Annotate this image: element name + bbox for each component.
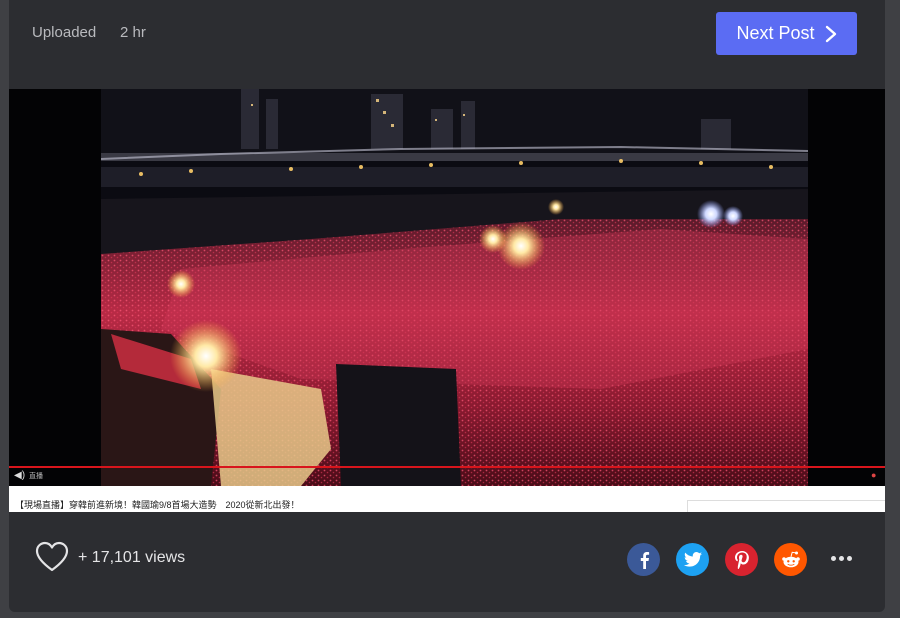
twitter-share-button[interactable] bbox=[676, 543, 709, 576]
facebook-icon bbox=[640, 551, 649, 569]
video-progress-bar[interactable] bbox=[9, 466, 885, 468]
facebook-share-button[interactable] bbox=[627, 543, 660, 576]
video-player[interactable]: ◀) 直播 ● bbox=[9, 89, 885, 486]
reddit-icon bbox=[781, 551, 800, 567]
video-frame bbox=[101, 89, 808, 486]
post-card: Uploaded 2 hr Next Post ◀) 直播 ● 【現場直播】穿韓… bbox=[9, 0, 885, 612]
upload-time: 2 hr bbox=[120, 24, 146, 41]
heart-icon[interactable] bbox=[35, 541, 69, 573]
more-dot-icon bbox=[839, 556, 844, 561]
chevron-right-icon bbox=[825, 25, 836, 42]
likes-views-count: + 17,101 views bbox=[78, 549, 186, 566]
uploaded-label: Uploaded bbox=[32, 24, 97, 41]
volume-icon[interactable]: ◀) bbox=[14, 470, 25, 482]
rally-crowd-image bbox=[101, 89, 808, 486]
twitter-icon bbox=[683, 552, 702, 567]
reddit-share-button[interactable] bbox=[774, 543, 807, 576]
pinterest-icon bbox=[734, 550, 749, 569]
video-caption: 【現場直播】穿韓前進新境！韓國瑜9/8首場大造勢 2020從新北出發！ bbox=[15, 500, 300, 510]
more-dot-icon bbox=[847, 556, 852, 561]
pinterest-share-button[interactable] bbox=[725, 543, 758, 576]
volume-label: 直播 bbox=[29, 473, 43, 480]
post-header: Uploaded 2 hr Next Post bbox=[9, 0, 885, 68]
caption-side-panel bbox=[687, 500, 885, 512]
next-post-button[interactable]: Next Post bbox=[716, 12, 857, 55]
next-post-label: Next Post bbox=[736, 23, 815, 43]
video-caption-strip: 【現場直播】穿韓前進新境！韓國瑜9/8首場大造勢 2020從新北出發！ bbox=[9, 486, 885, 512]
more-options-button[interactable] bbox=[831, 556, 853, 562]
live-icon[interactable]: ● bbox=[871, 470, 881, 480]
more-dot-icon bbox=[831, 556, 836, 561]
